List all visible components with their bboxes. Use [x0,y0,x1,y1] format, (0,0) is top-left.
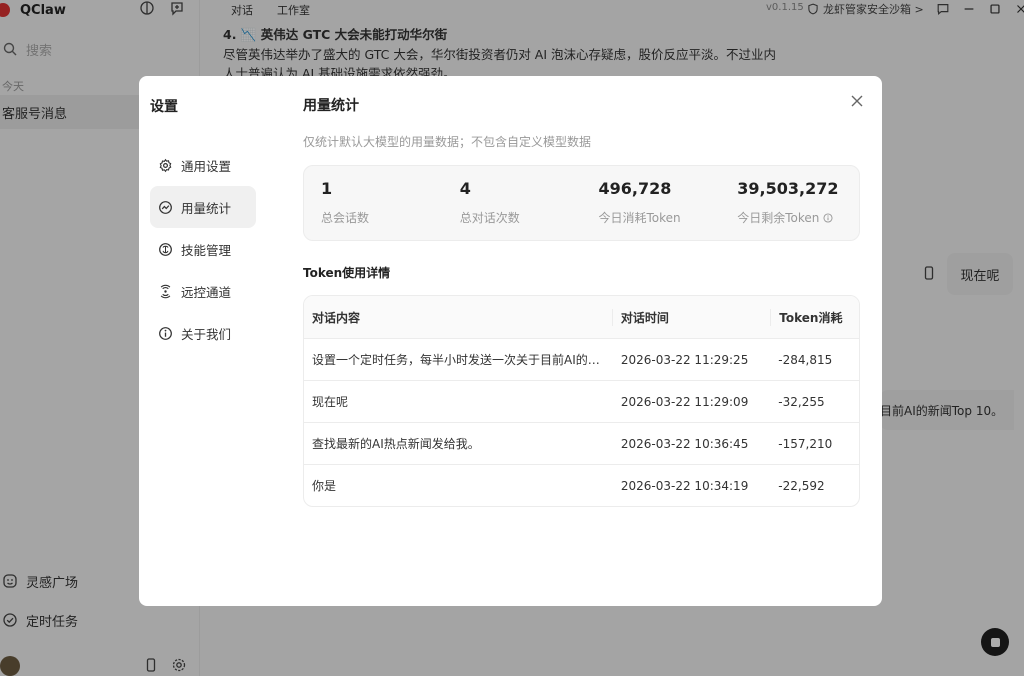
cell-tokens: -284,815 [778,352,833,367]
nav-item-general[interactable]: 通用设置 [150,144,256,186]
nav-item-label: 通用设置 [181,158,232,174]
cell-time: 2026-03-22 11:29:25 [620,352,749,367]
nav-item-label: 用量统计 [181,200,232,216]
nav-item-label: 关于我们 [181,326,232,342]
stat-value: 1 [321,179,333,198]
stat-value: 4 [459,179,471,198]
info-icon [158,326,173,341]
cell-time: 2026-03-22 10:34:19 [620,478,749,493]
stat-total-sessions: 1 总会话数 [304,166,443,240]
cell-content: 查找最新的AI热点新闻发给我。 [312,437,480,451]
signal-icon [158,284,173,299]
stat-today-consumed: 496,728 今日消耗Token [582,166,721,240]
brain-icon [158,242,173,257]
col-header-tokens: Token消耗 [770,308,859,326]
nav-item-label: 技能管理 [181,242,232,258]
stat-total-dialogs: 4 总对话次数 [443,166,582,240]
nav-item-about[interactable]: 关于我们 [150,312,256,354]
table-header-row: 对话内容 对话时间 Token消耗 [304,296,859,338]
gear-icon [158,158,173,173]
table-row: 查找最新的AI热点新闻发给我。 2026-03-22 10:36:45 -157… [304,422,859,464]
settings-nav: 通用设置 用量统计 技能管理 远控通道 关于我们 [150,144,256,354]
stat-label: 总会话数 [321,211,370,225]
cell-content: 设置一个定时任务，每半小时发送一次关于目前AI的新闻Top 10。 [312,353,612,367]
info-tooltip-icon[interactable] [823,212,833,223]
cell-content: 现在呢 [312,395,349,409]
table-row: 现在呢 2026-03-22 11:29:09 -32,255 [304,380,859,422]
chart-line-icon [158,200,173,215]
stat-value: 39,503,272 [737,179,839,198]
stats-card: 1 总会话数 4 总对话次数 496,728 今日消耗Token 39,503,… [303,165,860,241]
table-row: 你是 2026-03-22 10:34:19 -22,592 [304,464,859,506]
modal-close-icon[interactable] [849,93,865,109]
cell-time: 2026-03-22 11:29:09 [620,394,749,409]
settings-title: 设置 [150,99,178,115]
token-detail-title: Token使用详情 [303,266,391,280]
cell-tokens: -157,210 [778,436,833,451]
table-row: 设置一个定时任务，每半小时发送一次关于目前AI的新闻Top 10。 2026-0… [304,338,859,380]
usage-subtitle: 仅统计默认大模型的用量数据；不包含自定义模型数据 [303,135,592,149]
settings-modal: 设置 通用设置 用量统计 技能管理 远控通道 关于我们 用量统计 仅统计默认大模… [139,76,882,606]
col-header-content: 对话内容 [312,310,361,325]
cell-tokens: -22,592 [778,478,825,493]
stat-label: 今日剩余Token [737,211,820,225]
nav-item-skills[interactable]: 技能管理 [150,228,256,270]
nav-item-remote[interactable]: 远控通道 [150,270,256,312]
cell-content: 你是 [312,479,337,493]
usage-title: 用量统计 [303,98,359,114]
col-header-time: 对话时间 [611,308,770,326]
token-usage-table: 对话内容 对话时间 Token消耗 设置一个定时任务，每半小时发送一次关于目前A… [303,295,860,507]
stat-value: 496,728 [598,179,672,198]
stat-today-remaining: 39,503,272 今日剩余Token [720,166,859,240]
cell-tokens: -32,255 [778,394,825,409]
nav-item-usage[interactable]: 用量统计 [150,186,256,228]
stat-label: 总对话次数 [459,211,520,225]
nav-item-label: 远控通道 [181,284,232,300]
cell-time: 2026-03-22 10:36:45 [620,436,749,451]
stat-label: 今日消耗Token [598,211,681,225]
